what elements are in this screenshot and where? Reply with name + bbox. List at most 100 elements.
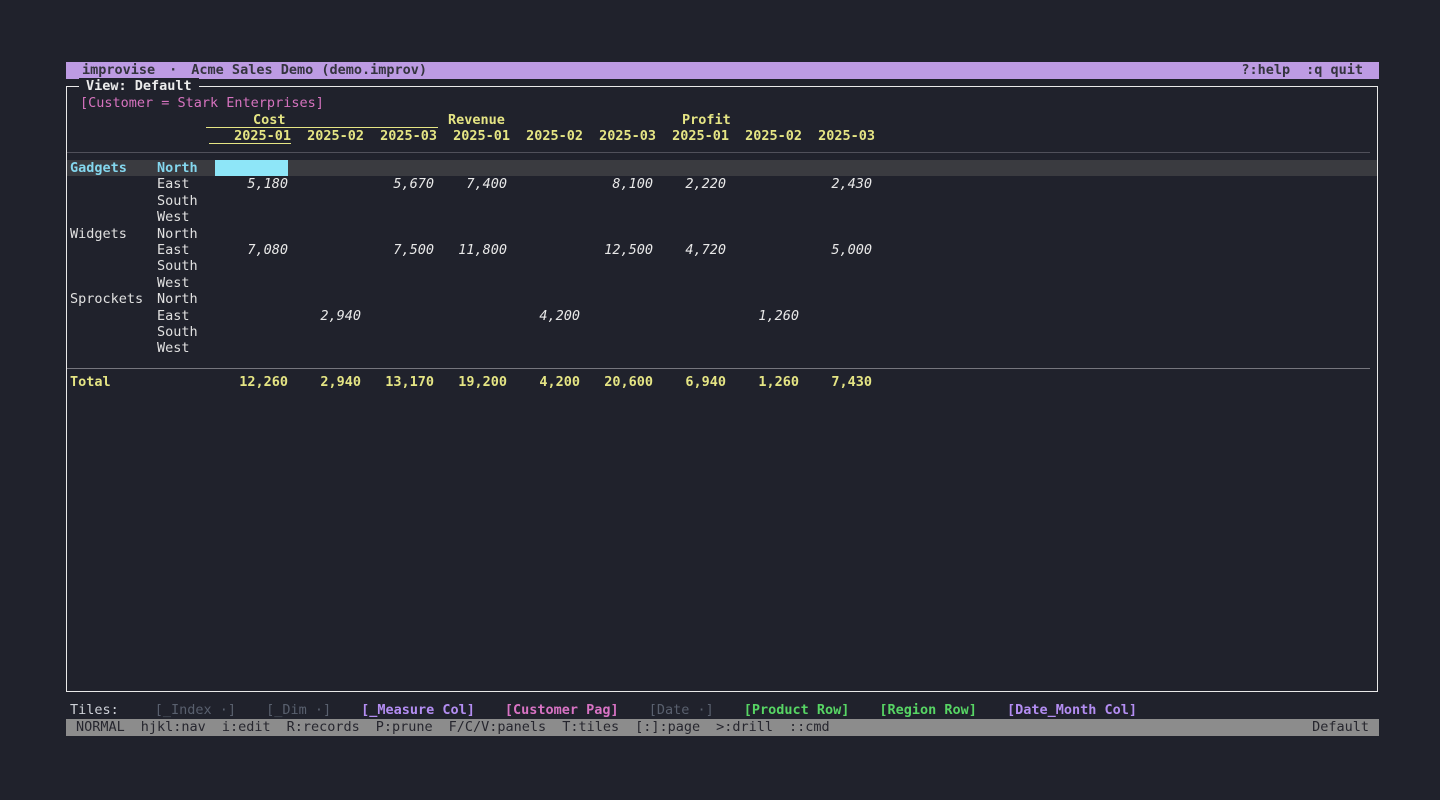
value-cell[interactable] — [726, 176, 799, 192]
month-header[interactable]: 2025-02 — [729, 128, 802, 144]
value-cell[interactable]: 1,260 — [726, 308, 799, 324]
value-cell[interactable]: 7,080 — [215, 242, 288, 258]
value-cell[interactable] — [799, 209, 872, 225]
table-row[interactable]: East2,9404,2001,260 — [67, 308, 1377, 324]
table-row[interactable]: South — [67, 193, 1377, 209]
value-cell[interactable] — [726, 209, 799, 225]
value-cell[interactable] — [434, 275, 507, 291]
value-cell[interactable] — [288, 160, 361, 176]
value-cell[interactable] — [799, 193, 872, 209]
value-cell[interactable] — [799, 308, 872, 324]
table-row[interactable]: GadgetsNorth — [67, 160, 1377, 176]
value-cell[interactable] — [799, 340, 872, 356]
product-label[interactable] — [67, 193, 157, 209]
value-cell[interactable] — [580, 209, 653, 225]
product-label[interactable] — [67, 258, 157, 274]
value-cell[interactable] — [653, 275, 726, 291]
value-cell[interactable] — [507, 291, 580, 307]
value-cell[interactable] — [726, 258, 799, 274]
value-cell[interactable] — [726, 193, 799, 209]
value-cell[interactable] — [434, 193, 507, 209]
table-row[interactable]: West — [67, 209, 1377, 225]
tile-item[interactable]: [Region Row] — [879, 702, 977, 718]
column-group-profit[interactable]: Profit — [682, 112, 731, 128]
value-cell[interactable] — [799, 258, 872, 274]
value-cell[interactable] — [507, 193, 580, 209]
column-group-cost[interactable]: Cost — [206, 112, 438, 128]
product-label[interactable] — [67, 176, 157, 192]
value-cell[interactable]: 4,720 — [653, 242, 726, 258]
value-cell[interactable] — [507, 209, 580, 225]
value-cell[interactable] — [361, 160, 434, 176]
region-label[interactable]: West — [157, 209, 215, 225]
value-cell[interactable] — [361, 258, 434, 274]
region-label[interactable]: North — [157, 226, 215, 242]
tile-item[interactable]: [Date ·] — [649, 702, 714, 718]
product-label[interactable] — [67, 242, 157, 258]
value-cell[interactable]: 4,200 — [507, 308, 580, 324]
value-cell[interactable] — [288, 193, 361, 209]
value-cell[interactable] — [507, 340, 580, 356]
month-header[interactable]: 2025-03 — [802, 128, 875, 144]
value-cell[interactable] — [215, 209, 288, 225]
value-cell[interactable] — [799, 275, 872, 291]
value-cell[interactable] — [361, 308, 434, 324]
value-cell[interactable] — [653, 209, 726, 225]
month-header[interactable]: 2025-01 — [437, 128, 510, 144]
table-row[interactable]: WidgetsNorth — [67, 226, 1377, 242]
value-cell[interactable] — [434, 160, 507, 176]
selected-cell[interactable] — [215, 160, 288, 176]
value-cell[interactable] — [726, 291, 799, 307]
value-cell[interactable] — [507, 242, 580, 258]
region-label[interactable]: East — [157, 242, 215, 258]
value-cell[interactable] — [507, 160, 580, 176]
product-label[interactable] — [67, 324, 157, 340]
product-label[interactable] — [67, 308, 157, 324]
product-label[interactable] — [67, 209, 157, 225]
value-cell[interactable] — [434, 324, 507, 340]
value-cell[interactable]: 2,220 — [653, 176, 726, 192]
region-label[interactable]: North — [157, 291, 215, 307]
value-cell[interactable] — [726, 324, 799, 340]
table-row[interactable]: West — [67, 340, 1377, 356]
value-cell[interactable] — [434, 226, 507, 242]
value-cell[interactable]: 7,400 — [434, 176, 507, 192]
value-cell[interactable] — [507, 324, 580, 340]
value-cell[interactable] — [361, 193, 434, 209]
value-cell[interactable] — [434, 308, 507, 324]
value-cell[interactable] — [434, 209, 507, 225]
value-cell[interactable] — [580, 340, 653, 356]
value-cell[interactable] — [361, 324, 434, 340]
value-cell[interactable] — [507, 176, 580, 192]
tile-item[interactable]: [Product Row] — [744, 702, 850, 718]
value-cell[interactable] — [215, 258, 288, 274]
month-header[interactable]: 2025-02 — [510, 128, 583, 144]
tile-item[interactable]: [Customer Pag] — [505, 702, 619, 718]
region-label[interactable]: West — [157, 340, 215, 356]
value-cell[interactable] — [580, 275, 653, 291]
value-cell[interactable] — [580, 193, 653, 209]
value-cell[interactable] — [507, 226, 580, 242]
value-cell[interactable] — [799, 226, 872, 242]
value-cell[interactable] — [580, 324, 653, 340]
table-row[interactable]: SprocketsNorth — [67, 291, 1377, 307]
region-label[interactable]: South — [157, 324, 215, 340]
value-cell[interactable] — [507, 275, 580, 291]
value-cell[interactable] — [580, 291, 653, 307]
value-cell[interactable] — [653, 340, 726, 356]
month-header[interactable]: 2025-03 — [364, 128, 437, 144]
value-cell[interactable] — [726, 226, 799, 242]
value-cell[interactable] — [653, 291, 726, 307]
value-cell[interactable]: 11,800 — [434, 242, 507, 258]
value-cell[interactable] — [653, 308, 726, 324]
value-cell[interactable] — [288, 209, 361, 225]
value-cell[interactable] — [361, 340, 434, 356]
value-cell[interactable] — [580, 160, 653, 176]
value-cell[interactable]: 8,100 — [580, 176, 653, 192]
product-label[interactable] — [67, 340, 157, 356]
value-cell[interactable] — [361, 226, 434, 242]
value-cell[interactable] — [434, 291, 507, 307]
value-cell[interactable] — [361, 209, 434, 225]
value-cell[interactable] — [215, 193, 288, 209]
month-header[interactable]: 2025-02 — [291, 128, 364, 144]
